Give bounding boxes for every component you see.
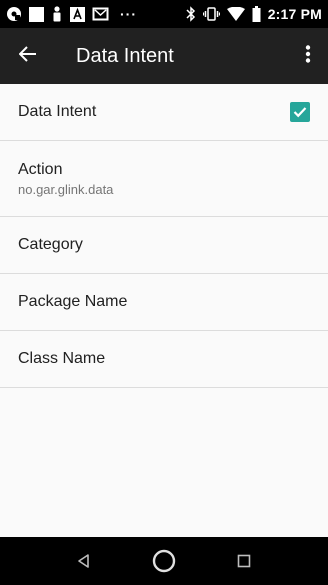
pref-title: Action: [18, 160, 63, 178]
a-box-notification-icon: [70, 6, 85, 22]
pref-title: Data Intent: [18, 103, 97, 120]
pref-summary: no.gar.glink.data: [18, 181, 114, 197]
status-bar: ··· 2:17 PM: [0, 0, 328, 28]
pref-title: Category: [18, 236, 83, 253]
pref-category[interactable]: Category: [0, 217, 328, 274]
person-notification-icon: [51, 6, 63, 22]
pref-title: Package Name: [18, 293, 128, 310]
more-notifications-dots: ···: [120, 6, 137, 22]
back-triangle-icon: [78, 554, 89, 568]
pref-package-name[interactable]: Package Name: [0, 274, 328, 331]
back-button[interactable]: [0, 28, 56, 84]
data-intent-checkbox[interactable]: [290, 102, 310, 122]
square-notification-icon: [29, 6, 44, 22]
chat-notification-icon: [6, 6, 22, 22]
gmail-notification-icon: [92, 7, 109, 21]
checkmark-icon: [293, 107, 307, 118]
more-options-button[interactable]: [288, 28, 328, 84]
status-bar-notifications: ···: [6, 6, 137, 22]
page-title: Data Intent: [76, 44, 174, 67]
more-vert-icon: [305, 44, 311, 68]
app-bar: Data Intent: [0, 28, 328, 84]
home-circle-icon: [152, 549, 176, 573]
pref-class-name[interactable]: Class Name: [0, 331, 328, 388]
preference-list: Data Intent Action no.gar.glink.data Cat…: [0, 84, 328, 388]
recents-square-icon: [237, 554, 251, 568]
pref-data-intent[interactable]: Data Intent: [0, 84, 328, 141]
nav-home-button[interactable]: [140, 537, 188, 585]
nav-back-button[interactable]: [60, 537, 108, 585]
bluetooth-icon: [186, 6, 196, 22]
battery-icon: [252, 6, 261, 22]
pref-action[interactable]: Action no.gar.glink.data: [0, 141, 328, 217]
vibrate-icon: [202, 7, 220, 21]
status-time: 2:17 PM: [267, 6, 322, 22]
pref-title: Class Name: [18, 350, 106, 367]
navigation-bar: [0, 537, 328, 585]
wifi-icon: [226, 7, 245, 21]
nav-recents-button[interactable]: [220, 537, 268, 585]
status-bar-system: 2:17 PM: [186, 6, 322, 22]
back-arrow-icon: [18, 45, 37, 68]
